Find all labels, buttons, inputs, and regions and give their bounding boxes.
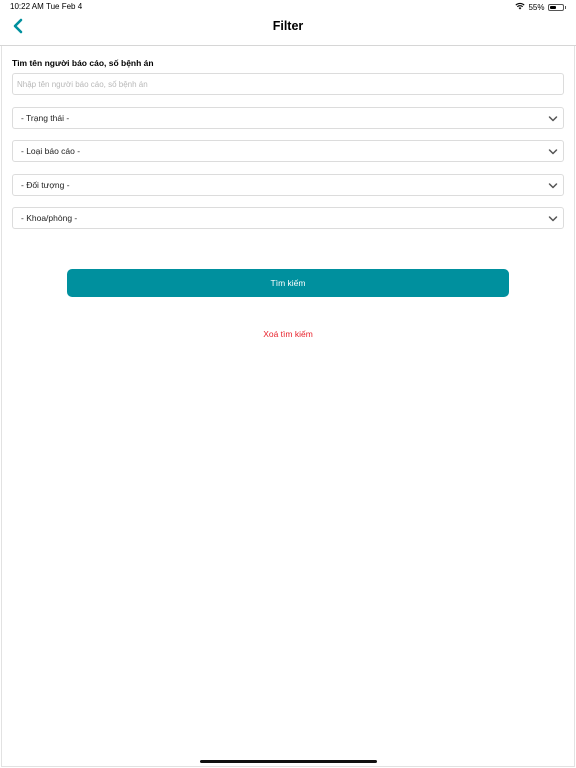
department-select-value: - Khoa/phòng - [21, 213, 78, 223]
status-select[interactable]: - Trạng thái - [12, 107, 564, 129]
search-button[interactable]: Tìm kiếm [67, 269, 509, 297]
status-select-value: - Trạng thái - [21, 113, 70, 123]
status-time: 10:22 AM [10, 2, 44, 11]
battery-icon [547, 3, 564, 11]
status-date: Tue Feb 4 [46, 2, 83, 11]
search-label: Tìm tên người báo cáo, số bệnh án [12, 58, 154, 68]
page-title: Filter [272, 19, 304, 33]
wifi-icon [515, 2, 526, 12]
report-type-select-value: - Loại báo cáo - [21, 146, 81, 156]
battery-cap [564, 5, 566, 9]
chevron-down-icon [548, 116, 558, 122]
report-type-select[interactable]: - Loại báo cáo - [12, 140, 564, 162]
home-indicator [200, 760, 377, 763]
battery-fill [549, 5, 557, 9]
department-select[interactable]: - Khoa/phòng - [12, 207, 564, 229]
status-indicators: 55% [515, 2, 566, 12]
subject-select[interactable]: - Đối tượng - [12, 174, 564, 196]
search-input[interactable] [12, 73, 564, 95]
status-bar: 10:22 AM Tue Feb 4 55% [0, 0, 576, 14]
filter-screen: 10:22 AM Tue Feb 4 55% Filter Tìm tên ng… [0, 0, 576, 768]
subject-select-value: - Đối tượng - [21, 180, 70, 190]
nav-bar: Filter [0, 14, 576, 46]
clear-search-link[interactable]: Xoá tìm kiếm [0, 329, 576, 339]
chevron-down-icon [548, 216, 558, 222]
chevron-down-icon [548, 183, 558, 189]
chevron-down-icon [548, 149, 558, 155]
battery-percent: 55% [528, 2, 545, 12]
